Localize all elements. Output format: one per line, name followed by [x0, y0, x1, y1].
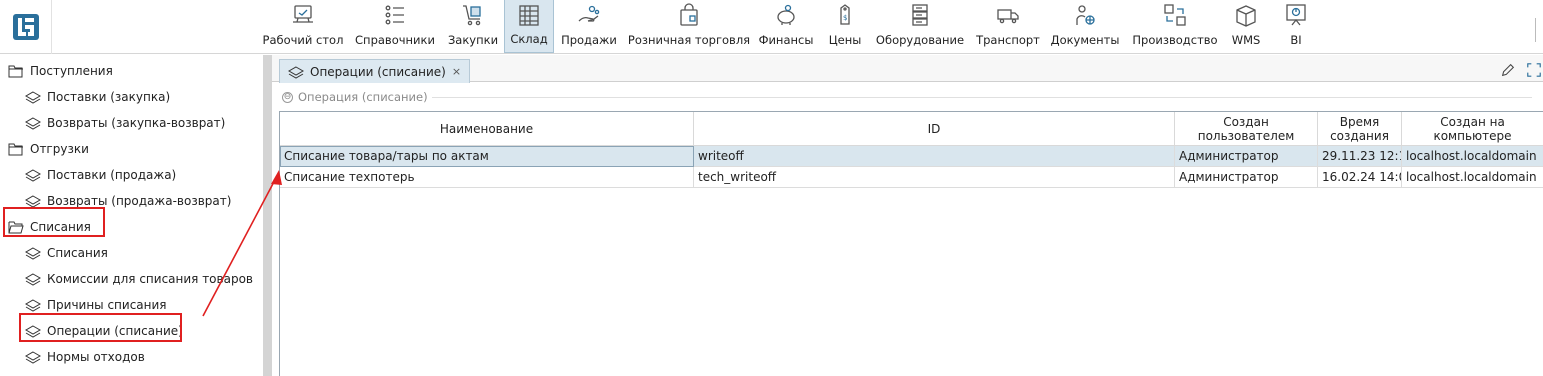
cart-icon [459, 1, 487, 29]
cell-name[interactable]: Списание товара/тары по актам [280, 146, 694, 167]
toolbar-purchases[interactable]: Закупки [446, 0, 500, 53]
close-icon[interactable]: × [452, 65, 461, 78]
tab-writeoff-operations[interactable]: Операции (списание) × [279, 59, 471, 83]
column-header-created-by[interactable]: Создан пользователем [1175, 112, 1318, 146]
svg-text:$: $ [843, 14, 847, 22]
list-icon [381, 1, 409, 29]
toolbar-desktop[interactable]: Рабочий стол [262, 0, 344, 53]
cell-created-host[interactable]: localhost.localdomain [1402, 146, 1543, 167]
top-toolbar: Рабочий стол Справочники Закупки Склад П… [0, 0, 1543, 54]
nav-item-writeoff-operations[interactable]: Операции (списание) [25, 319, 183, 343]
toolbar-warehouse[interactable]: Склад [504, 0, 554, 53]
column-header-name[interactable]: Наименование [280, 112, 694, 146]
toolbar-retail[interactable]: Розничная торговля [628, 0, 750, 53]
toolbar-prices[interactable]: $ Цены [825, 0, 865, 53]
layers-icon [25, 272, 41, 286]
navigation-tree: Поступления Поставки (закупка) Возвраты … [0, 55, 262, 376]
toolbar-sales[interactable]: Продажи [560, 0, 618, 53]
layers-icon [25, 90, 41, 104]
fullscreen-icon[interactable] [1525, 61, 1543, 79]
logo-icon [12, 14, 39, 40]
nav-item-sale-deliveries[interactable]: Поставки (продажа) [25, 163, 176, 187]
toolbar-equipment[interactable]: Оборудование [876, 0, 964, 53]
nav-scrollbar[interactable] [263, 55, 272, 376]
nav-item-sale-returns[interactable]: Возвраты (продажа-возврат) [25, 189, 231, 213]
piggy-bank-icon [772, 1, 800, 29]
nav-item-purchase-deliveries[interactable]: Поставки (закупка) [25, 85, 170, 109]
cell-id[interactable]: writeoff [694, 146, 1175, 167]
warehouse-icon [515, 1, 543, 29]
user-globe-icon [1071, 1, 1099, 29]
box-icon [1232, 1, 1260, 29]
toolbar-documents[interactable]: Документы [1050, 0, 1120, 53]
nav-item-waste-norms[interactable]: Нормы отходов [25, 345, 145, 369]
column-header-created-host[interactable]: Создан на компьютере [1402, 112, 1543, 146]
cell-created-time[interactable]: 16.02.24 14:03 [1318, 167, 1402, 188]
tab-label: Операции (списание) [310, 64, 446, 79]
layers-icon [25, 350, 41, 364]
cell-created-host[interactable]: localhost.localdomain [1402, 167, 1543, 188]
price-tag-icon: $ [831, 1, 859, 29]
cell-id[interactable]: tech_writeoff [694, 167, 1175, 188]
hand-coins-icon [575, 1, 603, 29]
folder-icon [8, 142, 24, 156]
nav-item-writeoff-reasons[interactable]: Причины списания [25, 293, 167, 317]
group-header: ⊖ Операция (списание) [282, 90, 1532, 104]
nav-item-writeoffs[interactable]: Списания [25, 241, 108, 265]
chart-board-icon [1282, 1, 1310, 29]
nav-folder-receipts[interactable]: Поступления [8, 59, 113, 83]
shopping-bag-icon [675, 1, 703, 29]
folder-open-icon [8, 220, 24, 234]
tab-strip: Операции (списание) × [272, 55, 1543, 83]
nav-item-purchase-returns[interactable]: Возвраты (закупка-возврат) [25, 111, 225, 135]
app-logo[interactable] [0, 0, 52, 54]
cell-created-time[interactable]: 29.11.23 12:13 [1318, 146, 1402, 167]
cell-name[interactable]: Списание техпотерь [280, 167, 694, 188]
toolbar-finance[interactable]: Финансы [758, 0, 814, 53]
nav-folder-shipments[interactable]: Отгрузки [8, 137, 89, 161]
server-icon [906, 1, 934, 29]
cell-created-by[interactable]: Администратор [1175, 146, 1318, 167]
data-grid: Наименование ID Создан пользователем Вре… [279, 111, 1543, 376]
group-title: Операция (списание) [298, 90, 428, 104]
nav-item-writeoff-commissions[interactable]: Комиссии для списания товаров [25, 267, 253, 291]
folder-icon [8, 64, 24, 78]
table-row[interactable]: Списание товара/тары по актам writeoff А… [280, 146, 1543, 167]
tab-tools [1499, 61, 1543, 79]
column-header-id[interactable]: ID [694, 112, 1175, 146]
toolbar-bi[interactable]: BI [1276, 0, 1316, 53]
truck-icon [994, 1, 1022, 29]
layers-icon [25, 168, 41, 182]
layers-icon [25, 246, 41, 260]
cell-created-by[interactable]: Администратор [1175, 167, 1318, 188]
column-header-created-time[interactable]: Время создания [1318, 112, 1402, 146]
toolbar-transport[interactable]: Транспорт [975, 0, 1041, 53]
edit-icon[interactable] [1499, 61, 1517, 79]
toolbar-production[interactable]: Производство [1132, 0, 1218, 53]
desktop-icon [289, 1, 317, 29]
nav-folder-writeoffs[interactable]: Списания [8, 215, 91, 239]
layers-icon [25, 324, 41, 338]
layers-icon [288, 65, 304, 79]
layers-icon [25, 116, 41, 130]
toolbar-overflow-edge [1535, 18, 1543, 42]
production-icon [1161, 1, 1189, 29]
table-row[interactable]: Списание техпотерь tech_writeoff Админис… [280, 167, 1543, 188]
layers-icon [25, 194, 41, 208]
collapse-icon[interactable]: ⊖ [282, 91, 293, 103]
layers-icon [25, 298, 41, 312]
toolbar-wms[interactable]: WMS [1226, 0, 1266, 53]
content-pane: Операции (списание) × ⊖ Операция (списан… [272, 55, 1543, 376]
toolbar-directories[interactable]: Справочники [355, 0, 435, 53]
